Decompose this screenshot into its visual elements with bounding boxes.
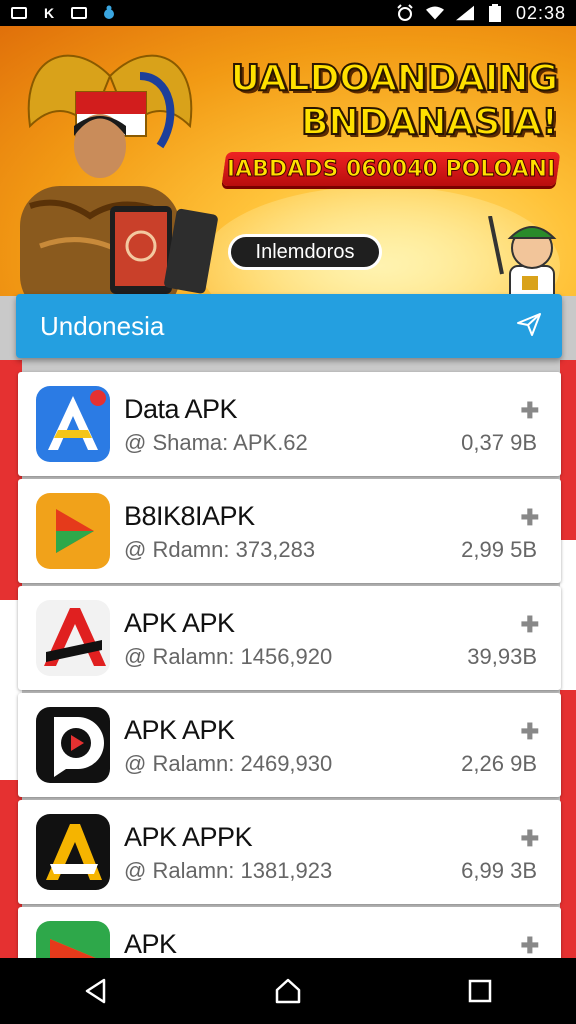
play-orange-icon bbox=[36, 493, 110, 569]
at-icon: @ bbox=[124, 430, 153, 455]
promoter-figure bbox=[20, 114, 218, 296]
search-label: Undonesia bbox=[40, 310, 165, 341]
apk-a-yellow-icon bbox=[36, 814, 110, 890]
list-item[interactable]: APK APPK @ Ralamn: 1381,923 6,99 3B ✚ bbox=[18, 800, 561, 904]
k-icon: K bbox=[43, 5, 55, 21]
app-size: 39,93B bbox=[467, 644, 537, 669]
app-meta: @ Ralamn: 1381,923 bbox=[124, 858, 333, 883]
add-icon[interactable]: ✚ bbox=[521, 505, 539, 531]
app-size: 2,99 5B bbox=[461, 537, 537, 562]
banner-cta-button[interactable]: Inlemdoros bbox=[228, 234, 382, 270]
app-name: APK bbox=[124, 929, 177, 959]
app-meta: @ Ralamn: 2469,930 bbox=[124, 751, 333, 776]
at-icon: @ bbox=[124, 858, 153, 883]
at-icon: @ bbox=[124, 751, 153, 776]
add-icon[interactable]: ✚ bbox=[521, 826, 539, 852]
add-icon[interactable]: ✚ bbox=[521, 719, 539, 745]
at-icon: @ bbox=[124, 537, 153, 562]
image-icon bbox=[10, 5, 28, 21]
app-meta: @ Shama: APK.62 bbox=[124, 430, 308, 455]
send-icon[interactable] bbox=[516, 311, 542, 342]
banner-subheadline: IABDADS 060040 POLOANI bbox=[226, 156, 556, 182]
add-icon[interactable]: ✚ bbox=[521, 398, 539, 424]
add-icon[interactable]: ✚ bbox=[521, 612, 539, 638]
alarm-icon bbox=[396, 4, 414, 21]
list-item[interactable]: Data APK @ Shama: APK.62 0,37 9B ✚ bbox=[18, 372, 561, 476]
signal-icon bbox=[455, 5, 474, 21]
app-name: B8IK8IAPK bbox=[124, 501, 255, 531]
banner-headline-2: BNDANASIA! bbox=[300, 101, 559, 144]
mascot-icon bbox=[488, 216, 557, 296]
search-bar[interactable]: Undonesia bbox=[16, 294, 562, 358]
app-name: APK APK bbox=[124, 608, 235, 638]
app-size: 0,37 9B bbox=[461, 430, 537, 455]
app-meta: @ Ralamn: 1456,920 bbox=[124, 644, 333, 669]
apk-a-blue-icon bbox=[36, 386, 110, 462]
recents-icon[interactable] bbox=[450, 961, 510, 1021]
clock: 02:38 bbox=[515, 2, 566, 23]
app-name: APK APPK bbox=[124, 822, 253, 852]
list-item[interactable]: APK APK @ Ralamn: 2469,930 2,26 9B ✚ bbox=[18, 693, 561, 797]
list-item[interactable]: B8IK8IAPK @ Rdamn: 373,283 2,99 5B ✚ bbox=[18, 479, 561, 583]
wifi-icon bbox=[425, 5, 444, 21]
back-icon[interactable] bbox=[66, 961, 126, 1021]
add-icon[interactable]: ✚ bbox=[521, 933, 539, 959]
at-icon: @ bbox=[124, 644, 153, 669]
bug-icon bbox=[100, 5, 118, 21]
app-size: 6,99 3B bbox=[461, 858, 537, 883]
home-icon[interactable] bbox=[258, 961, 318, 1021]
apk-a-red-icon bbox=[36, 600, 110, 676]
promo-banner[interactable]: UALDOANDAING BNDANASIA! IABDADS 060040 P… bbox=[0, 26, 576, 296]
gallery-icon bbox=[70, 5, 88, 21]
list-item[interactable]: APK APK @ Ralamn: 1456,920 39,93B ✚ bbox=[18, 586, 561, 690]
app-list: Data APK @ Shama: APK.62 0,37 9B ✚ B8IK8… bbox=[18, 372, 561, 1014]
navigation-bar bbox=[0, 958, 576, 1024]
app-meta: @ Rdamn: 373,283 bbox=[124, 537, 316, 562]
app-name: Data APK bbox=[124, 394, 238, 424]
play-dark-icon bbox=[36, 707, 110, 783]
status-bar: K 02:38 bbox=[0, 0, 576, 26]
banner-headline-1: UALDOANDAING bbox=[230, 57, 559, 100]
battery-icon bbox=[486, 4, 504, 22]
flag-decoration-right bbox=[560, 360, 576, 960]
app-size: 2,26 9B bbox=[461, 751, 537, 776]
banner-subheadline-ribbon: IABDADS 060040 POLOANI bbox=[221, 152, 561, 186]
app-name: APK APK bbox=[124, 715, 235, 745]
